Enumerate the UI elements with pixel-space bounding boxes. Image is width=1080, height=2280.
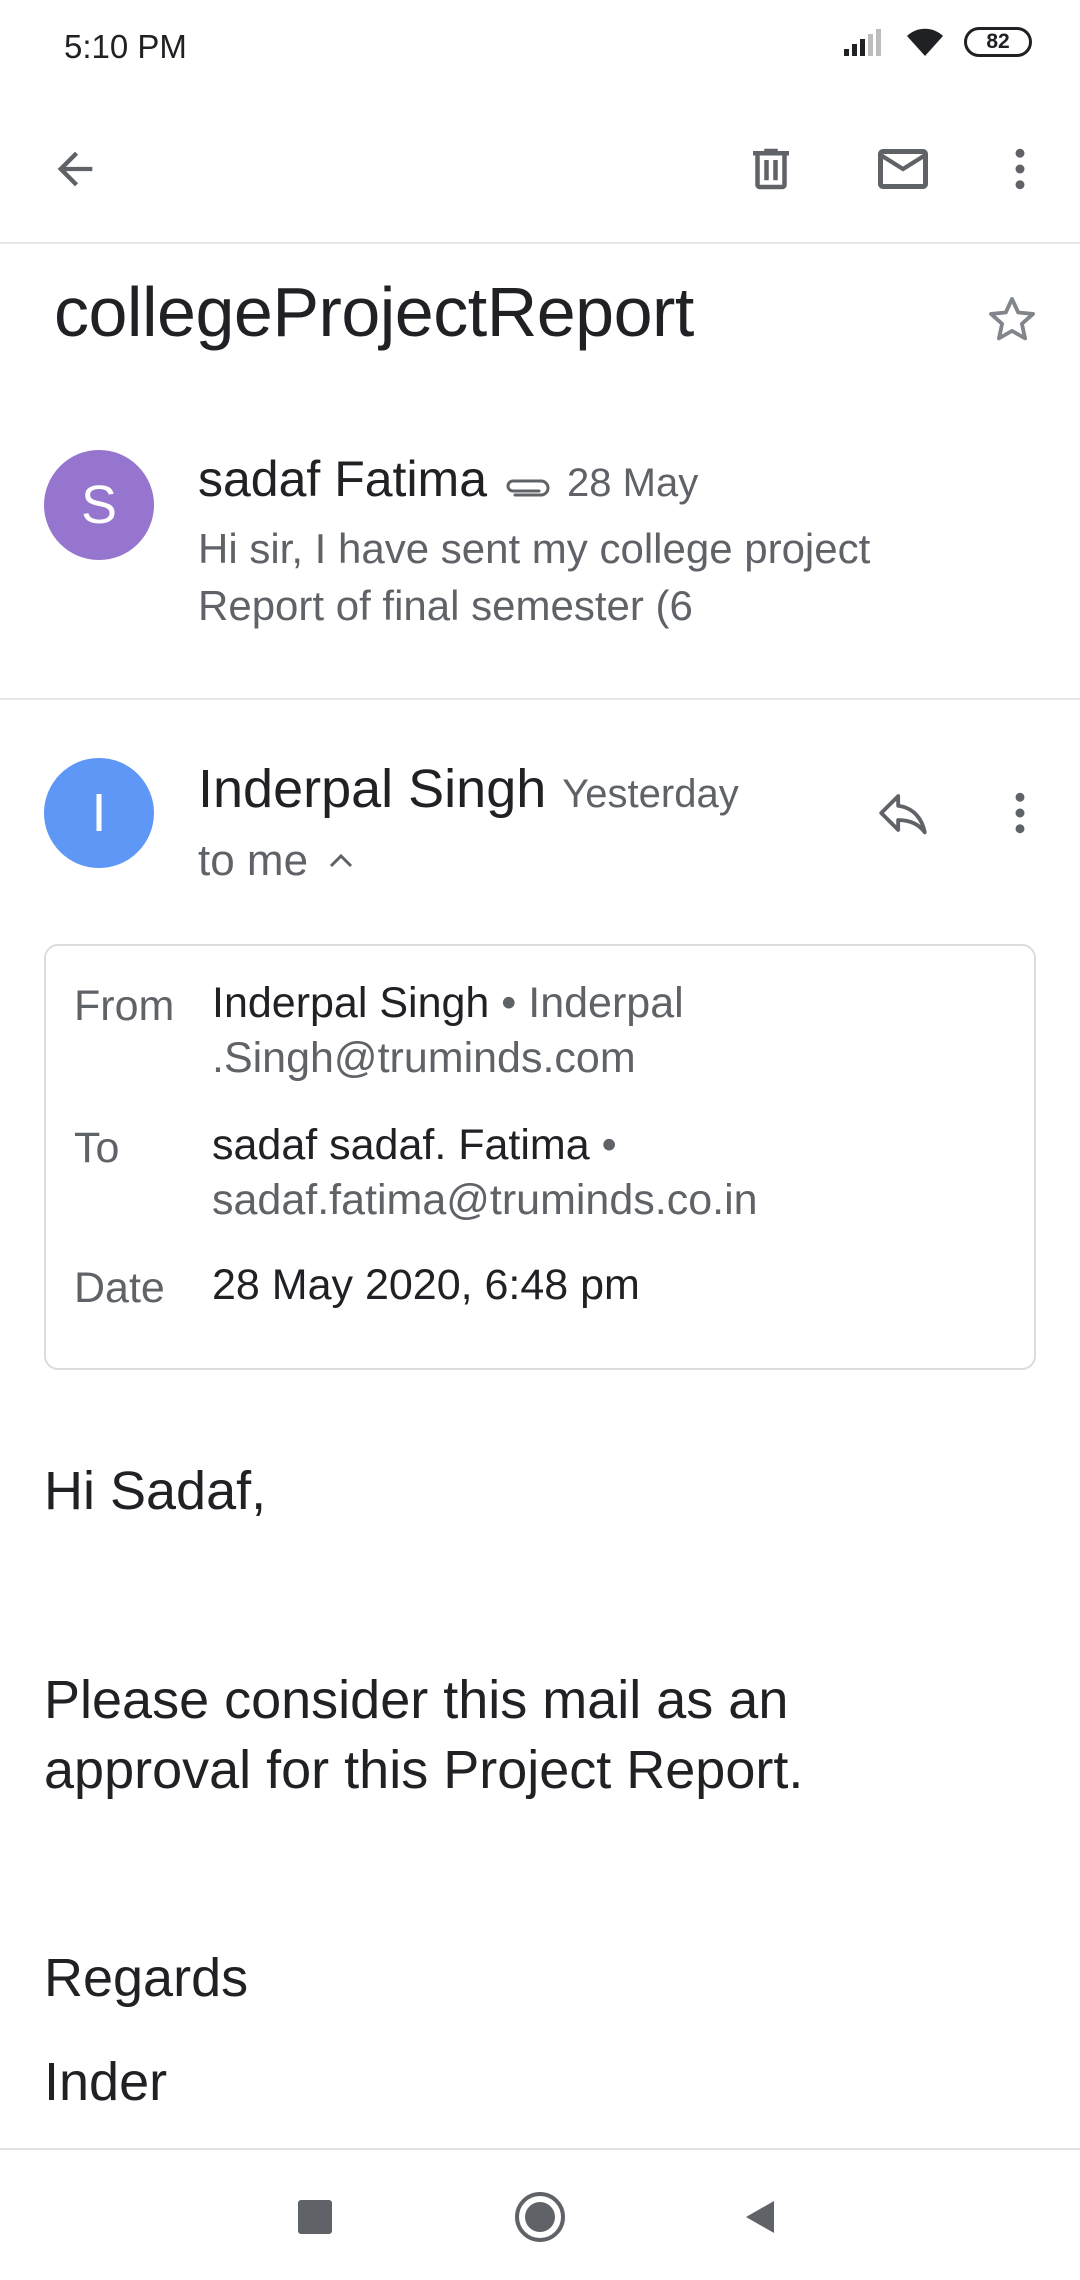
from-name: Inderpal Singh (212, 979, 490, 1027)
to-email[interactable]: sadaf.fatima@truminds.co.in (212, 1176, 758, 1224)
message-date: Yesterday (562, 772, 739, 816)
more-options-button[interactable] (975, 124, 1065, 214)
system-nav-bar (0, 2148, 1080, 2280)
wifi-icon (907, 28, 943, 56)
reply-button[interactable] (858, 768, 948, 858)
home-button[interactable] (495, 2172, 585, 2262)
app-bar (0, 96, 1080, 244)
recipient-summary: to me (198, 836, 309, 885)
thread-message-collapsed[interactable]: S sadaf Fatima 28 May Hi sir, I have sen… (0, 430, 1080, 700)
status-bar: 5:10 PM 82 (0, 0, 1080, 96)
star-icon (989, 297, 1035, 341)
from-value: Inderpal Singh • Inderpal .Singh@trumind… (212, 979, 684, 1082)
body-paragraph-line-1: Please consider this mail as an (44, 1670, 789, 1730)
subject-row: collegeProjectReport (0, 262, 1080, 382)
thread-date: 28 May (567, 461, 699, 505)
body-signature: Inder (44, 2052, 168, 2112)
body-paragraph-line-2: approval for this Project Report. (44, 1740, 804, 1800)
from-label: From (74, 982, 175, 1030)
body-closing: Regards (44, 1948, 249, 2008)
home-circle-icon (515, 2192, 565, 2242)
sender-line: sadaf Fatima 28 May (198, 450, 698, 508)
attachment-icon (506, 479, 550, 497)
back-button[interactable] (30, 124, 120, 214)
sender-name: sadaf Fatima (198, 451, 488, 507)
status-time: 5:10 PM (64, 28, 187, 65)
back-triangle-icon (746, 2201, 774, 2233)
message-header: I Inderpal Singh Yesterday to me (0, 740, 1080, 900)
chevron-up-icon (329, 853, 353, 868)
star-button[interactable] (972, 280, 1052, 360)
battery-icon: 82 (964, 27, 1032, 57)
avatar: S (44, 450, 154, 560)
message-snippet: Hi sir, I have sent my college project R… (198, 525, 871, 629)
delete-button[interactable] (726, 124, 816, 214)
to-label: To (74, 1124, 120, 1172)
recents-square-icon (298, 2200, 332, 2234)
nav-back-button[interactable] (715, 2172, 805, 2262)
to-value: sadaf sadaf. Fatima • sadaf.fatima@trumi… (212, 1121, 758, 1224)
email-subject: collegeProjectReport (54, 273, 694, 351)
back-arrow-icon (57, 151, 93, 187)
date-label: Date (74, 1264, 165, 1312)
date-value: 28 May 2020, 6:48 pm (212, 1261, 640, 1309)
delete-icon (753, 148, 789, 190)
mark-unread-icon (878, 149, 928, 189)
mark-unread-button[interactable] (858, 124, 948, 214)
recents-button[interactable] (270, 2172, 360, 2262)
message-more-button[interactable] (975, 768, 1065, 858)
reply-icon (879, 794, 927, 835)
status-icons: 82 (842, 26, 1032, 58)
avatar: I (44, 758, 154, 868)
more-vert-icon (1015, 792, 1025, 834)
more-vert-icon (1015, 148, 1025, 190)
sender-line: Inderpal Singh Yesterday (198, 758, 739, 820)
body-greeting: Hi Sadaf, (44, 1461, 267, 1521)
sender-name: Inderpal Singh (198, 759, 547, 819)
message-details: From Inderpal Singh • Inderpal .Singh@tr… (44, 944, 1036, 1370)
recipient-toggle[interactable]: to me (198, 836, 356, 886)
to-name: sadaf sadaf. Fatima (212, 1121, 590, 1169)
signal-icon (844, 29, 881, 56)
